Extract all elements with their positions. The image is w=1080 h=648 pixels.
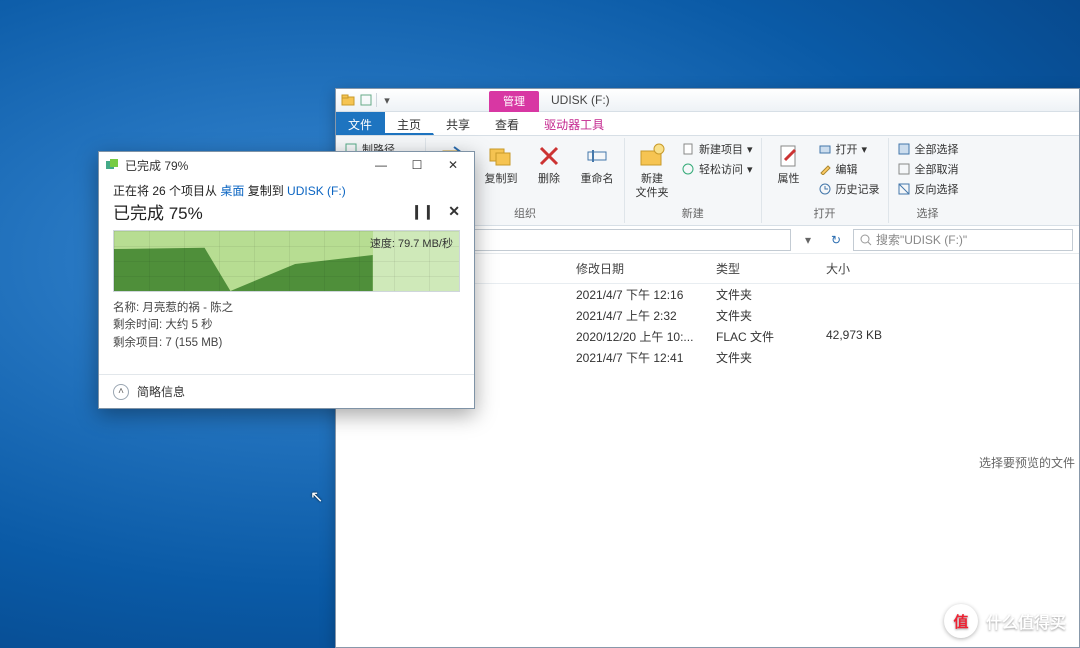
tab-home[interactable]: 主页 [385,112,434,135]
table-row[interactable]: 2021/4/7 上午 2:32文件夹 [376,305,1079,326]
tab-view[interactable]: 查看 [483,112,532,135]
copy-details: 名称: 月亮惹的祸 - 陈之 剩余时间: 大约 5 秒 剩余项目: 7 (155… [99,292,474,352]
table-row[interactable]: 2021/4/7 下午 12:16文件夹 [376,284,1079,305]
edit-icon [818,162,832,176]
close-button[interactable]: ✕ [436,155,470,175]
refresh-button[interactable]: ↻ [825,233,847,247]
properties-icon [775,142,803,170]
column-headers[interactable]: 修改日期 类型 大小 [376,254,1079,284]
select-none-button[interactable]: 全部取消 [895,160,961,178]
delete-button[interactable]: 删除 [528,140,570,188]
select-all-icon [897,142,911,156]
open-button[interactable]: 打开▾ [816,140,882,158]
destination-link[interactable]: UDISK (F:) [287,184,346,198]
separator [376,93,377,107]
ribbon-tabs: 文件 主页 共享 查看 驱动器工具 [336,112,1079,136]
search-icon [860,234,872,246]
file-rows: 2021/4/7 下午 12:16文件夹 2021/4/7 上午 2:32文件夹… [376,284,1079,368]
rename-button[interactable]: 重命名 [576,140,618,188]
invert-icon [897,182,911,196]
preview-placeholder: 选择要预览的文件 [979,454,1075,471]
chevron-up-icon: ˄ [113,384,129,400]
mouse-cursor-icon: ↖ [310,487,323,507]
speed-label: 速度: 79.7 MB/秒 [370,235,453,251]
items-remaining: 剩余项目: 7 (155 MB) [113,335,460,352]
source-link[interactable]: 桌面 [220,184,244,198]
dialog-title: 已完成 79% [125,157,188,174]
group-label: 新建 [631,203,755,223]
qat-dropdown-icon[interactable]: ▾ [379,92,395,108]
ribbon-group-open: 属性 打开▾ 编辑 历史记录 打开 [762,138,889,223]
details-toggle[interactable]: ˄ 简略信息 [99,374,474,408]
search-placeholder: 搜索"UDISK (F:)" [876,231,967,248]
cancel-button[interactable]: ✕ [448,203,460,220]
new-folder-icon [638,142,666,170]
dropdown-history-button[interactable]: ▾ [797,229,819,251]
new-item-button[interactable]: 新建项目▾ [679,140,755,158]
col-size: 大小 [826,260,926,277]
tab-drive-tools[interactable]: 驱动器工具 [532,112,617,135]
table-row[interactable]: 2020/12/20 上午 10:...FLAC 文件42,973 KB [376,326,1079,347]
copy-icon [487,142,515,170]
history-button[interactable]: 历史记录 [816,180,882,198]
maximize-button[interactable]: ☐ [400,155,434,175]
ribbon-group-new: 新建文件夹 新建项目▾ 轻松访问▾ 新建 [625,138,762,223]
ribbon-group-select: 全部选择 全部取消 反向选择 选择 [889,138,967,223]
item-name: 名称: 月亮惹的祸 - 陈之 [113,300,460,317]
watermark-badge-icon: 值 [944,604,978,638]
col-type: 类型 [716,260,826,277]
copy-dialog-icon [105,158,119,172]
qat-item[interactable] [358,92,374,108]
easy-access-icon [681,162,695,176]
rename-icon [583,142,611,170]
transfer-speed-chart: 速度: 79.7 MB/秒 [113,230,460,292]
history-icon [818,182,832,196]
tab-share[interactable]: 共享 [434,112,483,135]
quick-access-toolbar: ▾ [336,92,399,108]
group-label: 打开 [768,203,882,223]
new-folder-button[interactable]: 新建文件夹 [631,140,673,203]
select-all-button[interactable]: 全部选择 [895,140,961,158]
copy-description: 正在将 26 个项目从 桌面 复制到 UDISK (F:) [99,178,474,199]
new-item-icon [681,142,695,156]
window-title: UDISK (F:) [539,93,622,107]
table-row[interactable]: 2021/4/7 下午 12:41文件夹 [376,347,1079,368]
folder-icon [340,92,356,108]
pause-button[interactable]: ❙❙ [411,203,434,220]
search-input[interactable]: 搜索"UDISK (F:)" [853,229,1073,251]
delete-icon [535,142,563,170]
context-tab-manage[interactable]: 管理 [489,91,539,112]
invert-selection-button[interactable]: 反向选择 [895,180,961,198]
explorer-titlebar[interactable]: ▾ 管理 UDISK (F:) [336,89,1079,112]
edit-button[interactable]: 编辑 [816,160,882,178]
properties-button[interactable]: 属性 [768,140,810,188]
watermark-text: 什么值得买 [986,609,1066,633]
copy-progress-dialog[interactable]: 已完成 79% — ☐ ✕ 正在将 26 个项目从 桌面 复制到 UDISK (… [98,151,475,409]
percent-complete: 已完成 75% [113,199,203,224]
open-icon [818,142,832,156]
tab-file[interactable]: 文件 [336,112,385,135]
time-remaining: 剩余时间: 大约 5 秒 [113,317,460,334]
dialog-titlebar[interactable]: 已完成 79% — ☐ ✕ [99,152,474,178]
minimize-button[interactable]: — [364,155,398,175]
col-date: 修改日期 [576,260,716,277]
easy-access-button[interactable]: 轻松访问▾ [679,160,755,178]
watermark: 值 什么值得买 [944,604,1066,638]
copy-to-button[interactable]: 复制到 [480,140,522,188]
select-none-icon [897,162,911,176]
group-label: 选择 [895,203,961,223]
